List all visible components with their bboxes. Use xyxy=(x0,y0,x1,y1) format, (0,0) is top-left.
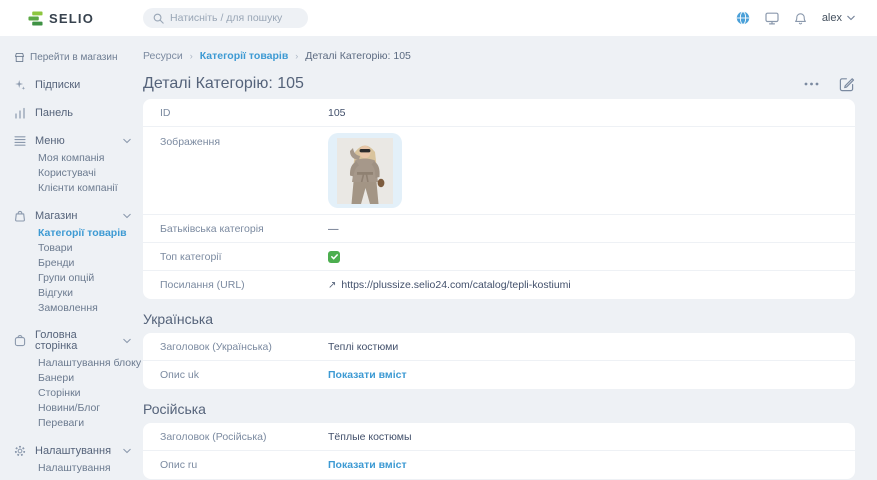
logo-icon xyxy=(28,11,43,26)
row-label: Заголовок (Російська) xyxy=(160,431,328,443)
global-search[interactable] xyxy=(143,8,308,28)
sidebar-item-products[interactable]: Товари xyxy=(38,243,137,254)
language-globe-icon[interactable] xyxy=(736,11,750,25)
row-value: — xyxy=(328,223,339,235)
bar-chart-icon xyxy=(14,107,26,119)
notifications-bell-icon[interactable] xyxy=(794,11,807,25)
title-row: Деталі Категорію: 105 xyxy=(143,75,855,93)
sidebar-item-advantages[interactable]: Переваги xyxy=(38,418,137,429)
breadcrumb-separator: › xyxy=(295,51,298,61)
search-icon xyxy=(153,13,164,24)
sidebar-group-shop[interactable]: Магазин xyxy=(14,210,137,222)
chevron-down-icon xyxy=(123,338,131,344)
ukrainian-card: Заголовок (Українська) Теплі костюми Опи… xyxy=(143,333,855,389)
detail-row-parent-category: Батьківська категорія — xyxy=(143,215,855,243)
topbar-right: alex xyxy=(736,11,855,25)
shopping-bag-icon xyxy=(14,210,26,222)
breadcrumb-categories[interactable]: Категорії товарів xyxy=(200,50,289,62)
sidebar-item-banners[interactable]: Банери xyxy=(38,373,137,384)
section-title-ukrainian: Українська xyxy=(143,311,855,327)
sidebar-item-subscriptions[interactable]: Підписки xyxy=(14,79,137,91)
sidebar-item-option-groups[interactable]: Групи опцій xyxy=(38,273,137,284)
row-label: ID xyxy=(160,107,328,119)
external-link-icon: ↗ xyxy=(328,280,336,291)
sidebar: Перейти в магазин Підписки Панель xyxy=(0,36,143,480)
russian-card: Заголовок (Російська) Тёплые костюмы Опи… xyxy=(143,423,855,479)
url-text: https://plussize.selio24.com/catalog/tep… xyxy=(341,279,570,291)
category-url-link[interactable]: ↗ https://plussize.selio24.com/catalog/t… xyxy=(328,279,571,291)
detail-row-top-category: Топ категорії xyxy=(143,243,855,271)
detail-row-image: Зображення xyxy=(143,127,855,215)
sidebar-item-go-to-store[interactable]: Перейти в магазин xyxy=(14,52,137,63)
logo-text: SELIO xyxy=(49,11,94,26)
category-image-thumbnail xyxy=(328,133,402,208)
sidebar-group-settings-children: Налаштування xyxy=(14,463,137,474)
row-value: Теплі костюми xyxy=(328,341,398,353)
breadcrumb-separator: › xyxy=(190,51,193,61)
sidebar-group-homepage[interactable]: Головна сторінка xyxy=(14,330,137,352)
app-logo[interactable]: SELIO xyxy=(0,11,143,26)
row-label: Опис ru xyxy=(160,459,328,471)
sidebar-group-menu[interactable]: Меню xyxy=(14,135,137,147)
row-label: Топ категорії xyxy=(160,251,328,263)
more-actions-button[interactable] xyxy=(804,82,819,86)
row-label: Батьківська категорія xyxy=(160,223,328,235)
menu-list-icon xyxy=(14,135,26,147)
show-content-uk-link[interactable]: Показати вміст xyxy=(328,369,407,381)
sidebar-item-news-blog[interactable]: Новини/Блог xyxy=(38,403,137,414)
row-value: 105 xyxy=(328,107,346,119)
chevron-down-icon xyxy=(847,15,855,21)
main-content: Ресурси › Категорії товарів › Деталі Кат… xyxy=(143,36,877,480)
row-label: Опис uk xyxy=(160,369,328,381)
topbar: SELIO xyxy=(0,0,877,36)
sidebar-item-users[interactable]: Користувачі xyxy=(38,168,137,179)
breadcrumb: Ресурси › Категорії товарів › Деталі Кат… xyxy=(143,50,855,62)
breadcrumb-current: Деталі Категорію: 105 xyxy=(305,50,411,62)
page-title: Деталі Категорію: 105 xyxy=(143,75,304,93)
sidebar-item-product-categories[interactable]: Категорії товарів xyxy=(38,228,137,239)
category-photo xyxy=(337,138,393,204)
chevron-down-icon xyxy=(123,213,131,219)
detail-row-description-ru: Опис ru Показати вміст xyxy=(143,451,855,479)
sidebar-group-menu-children: Моя компанія Користувачі Клієнти компані… xyxy=(14,153,137,194)
top-category-checkbox-checked xyxy=(328,251,340,263)
sidebar-item-company-clients[interactable]: Клієнти компанії xyxy=(38,183,137,194)
storefront-icon xyxy=(14,52,25,63)
row-label: Заголовок (Українська) xyxy=(160,341,328,353)
detail-row-description-uk: Опис uk Показати вміст xyxy=(143,361,855,389)
sidebar-item-pages[interactable]: Сторінки xyxy=(38,388,137,399)
show-content-ru-link[interactable]: Показати вміст xyxy=(328,459,407,471)
detail-row-id: ID 105 xyxy=(143,99,855,127)
sidebar-item-reviews[interactable]: Відгуки xyxy=(38,288,137,299)
sparkles-icon xyxy=(14,79,26,91)
sidebar-item-block-settings[interactable]: Налаштування блоку xyxy=(38,358,137,369)
chevron-down-icon xyxy=(123,138,131,144)
details-card: ID 105 Зображення xyxy=(143,99,855,299)
sidebar-group-homepage-children: Налаштування блоку Банери Сторінки Новин… xyxy=(14,358,137,429)
section-title-russian: Російська xyxy=(143,401,855,417)
sidebar-group-shop-children: Категорії товарів Товари Бренди Групи оп… xyxy=(14,228,137,314)
monitor-icon[interactable] xyxy=(765,12,779,25)
row-value: Тёплые костюмы xyxy=(328,431,412,443)
sidebar-item-dashboard[interactable]: Панель xyxy=(14,107,137,119)
detail-row-url: Посилання (URL) ↗ https://plussize.selio… xyxy=(143,271,855,299)
sidebar-group-settings[interactable]: Налаштування xyxy=(14,445,137,457)
sidebar-item-orders[interactable]: Замовлення xyxy=(38,303,137,314)
user-name: alex xyxy=(822,12,842,24)
breadcrumb-resources[interactable]: Ресурси xyxy=(143,50,183,62)
homepage-icon xyxy=(14,335,26,347)
detail-row-title-uk: Заголовок (Українська) Теплі костюми xyxy=(143,333,855,361)
user-menu[interactable]: alex xyxy=(822,12,855,24)
detail-row-title-ru: Заголовок (Російська) Тёплые костюмы xyxy=(143,423,855,451)
row-label: Посилання (URL) xyxy=(160,279,328,291)
gear-icon xyxy=(14,445,26,457)
chevron-down-icon xyxy=(123,448,131,454)
sidebar-item-my-company[interactable]: Моя компанія xyxy=(38,153,137,164)
search-input[interactable] xyxy=(170,12,298,24)
sidebar-item-settings[interactable]: Налаштування xyxy=(38,463,137,474)
sidebar-item-brands[interactable]: Бренди xyxy=(38,258,137,269)
row-label: Зображення xyxy=(160,133,328,148)
edit-button[interactable] xyxy=(839,76,855,92)
